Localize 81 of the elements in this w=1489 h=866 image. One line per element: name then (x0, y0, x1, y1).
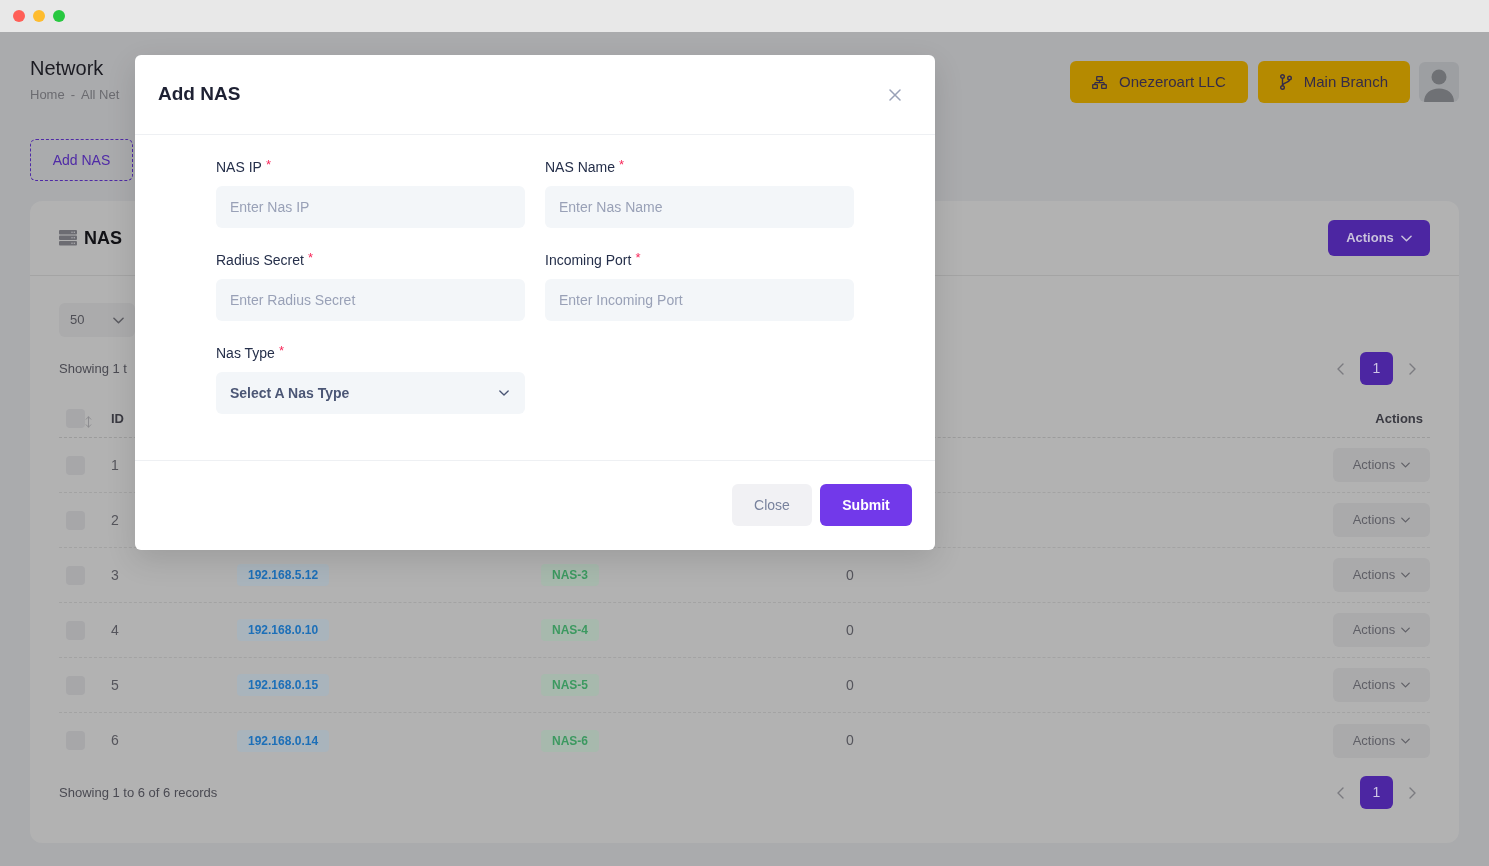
row-id-text: 1 (111, 455, 119, 475)
input-field[interactable]: Enter Nas IP (216, 186, 525, 228)
page-button[interactable]: 1 (1360, 352, 1393, 385)
page-button[interactable]: 1 (1360, 776, 1393, 809)
row-id-text: 4 (111, 620, 119, 640)
nas-name-tag: NAS-5 (541, 674, 599, 696)
breadcrumb-separator: - (70, 86, 76, 104)
chevron-down-icon (1401, 682, 1411, 688)
column-header: Actions (1375, 409, 1424, 428)
close-button[interactable]: Close (732, 484, 812, 526)
add-nas-button[interactable]: Add NAS (30, 139, 133, 181)
chevron-down-icon (499, 390, 509, 396)
count-text: 0 (846, 675, 854, 695)
input-field[interactable]: Enter Radius Secret (216, 279, 525, 321)
branch-icon (1279, 74, 1292, 90)
required-asterisk: * (619, 157, 625, 173)
required-asterisk: * (635, 250, 641, 266)
chevron-down-icon (113, 316, 124, 324)
required-asterisk: * (265, 157, 271, 173)
card-title: NAS (84, 226, 122, 250)
row-actions-button[interactable]: Actions (1333, 558, 1430, 592)
chevron-down-icon (1401, 462, 1411, 468)
header-button[interactable]: Main Branch (1257, 61, 1410, 103)
records-summary: Showing 1 t (59, 359, 127, 378)
dialog-title: Add NAS (158, 82, 241, 107)
chevron-down-icon (1401, 627, 1411, 633)
field-label: Incoming Port (545, 251, 632, 270)
row-id-text: 2 (111, 510, 119, 530)
row-id-text: 6 (111, 731, 119, 750)
field-label: Radius Secret (216, 251, 304, 270)
nas-name-tag: NAS-4 (541, 619, 599, 641)
required-asterisk: * (278, 343, 284, 359)
row-actions-button[interactable]: Actions (1333, 668, 1430, 702)
count-text: 0 (846, 565, 854, 585)
page-size-select[interactable]: 50 (59, 303, 135, 337)
required-asterisk: * (307, 250, 313, 266)
row-actions-button[interactable]: Actions (1333, 723, 1430, 758)
window-minimize-icon[interactable] (33, 10, 45, 22)
row-actions-button[interactable]: Actions (1333, 613, 1430, 647)
ip-address-tag: 192.168.5.12 (237, 564, 330, 586)
input-field[interactable]: Enter Nas Name (545, 186, 854, 228)
chevron-down-icon (1401, 572, 1411, 578)
chevron-down-icon (1401, 517, 1411, 523)
row-id-text: 3 (111, 565, 119, 585)
checkbox[interactable] (66, 409, 85, 428)
chevron-right-icon[interactable] (1409, 786, 1416, 799)
server-icon (59, 230, 77, 246)
column-header[interactable]: ID (111, 408, 124, 429)
field-label: NAS Name (545, 158, 616, 177)
select-field[interactable]: Select A Nas Type (216, 372, 525, 414)
breadcrumb-link[interactable]: All Net (81, 86, 120, 104)
nas-name-tag: NAS-3 (541, 564, 599, 586)
chevron-down-icon (1400, 234, 1412, 242)
window-zoom-icon[interactable] (53, 10, 65, 22)
avatar-icon[interactable] (1419, 62, 1459, 102)
chevron-left-icon[interactable] (1337, 786, 1344, 799)
close-icon[interactable] (889, 88, 901, 101)
breadcrumb-link[interactable]: Home (30, 86, 65, 104)
actions-button[interactable]: Actions (1328, 220, 1430, 256)
count-text: 0 (846, 620, 854, 640)
ip-address-tag: 192.168.0.14 (237, 729, 330, 752)
input-field[interactable]: Enter Incoming Port (545, 279, 854, 321)
sort-arrows-icon[interactable] (85, 416, 92, 428)
header-button[interactable]: Onezeroart LLC (1070, 61, 1248, 103)
row-actions-button[interactable]: Actions (1333, 503, 1430, 537)
row-actions-button[interactable]: Actions (1333, 448, 1430, 482)
window-close-icon[interactable] (13, 10, 25, 22)
ip-address-tag: 192.168.0.15 (237, 674, 330, 696)
nas-name-tag: NAS-6 (541, 729, 599, 752)
field-label: NAS IP (216, 158, 262, 177)
row-id-text: 5 (111, 675, 119, 695)
sitemap-icon (1092, 75, 1108, 89)
submit-button[interactable]: Submit (820, 484, 912, 526)
count-text: 0 (846, 731, 854, 750)
chevron-right-icon[interactable] (1409, 362, 1416, 375)
chevron-down-icon (1401, 737, 1411, 744)
page-title: Network (30, 56, 105, 80)
field-label: Nas Type (216, 344, 275, 363)
ip-address-tag: 192.168.0.10 (237, 619, 330, 641)
chevron-left-icon[interactable] (1337, 362, 1344, 375)
records-summary: Showing 1 to 6 of 6 records (59, 783, 218, 802)
